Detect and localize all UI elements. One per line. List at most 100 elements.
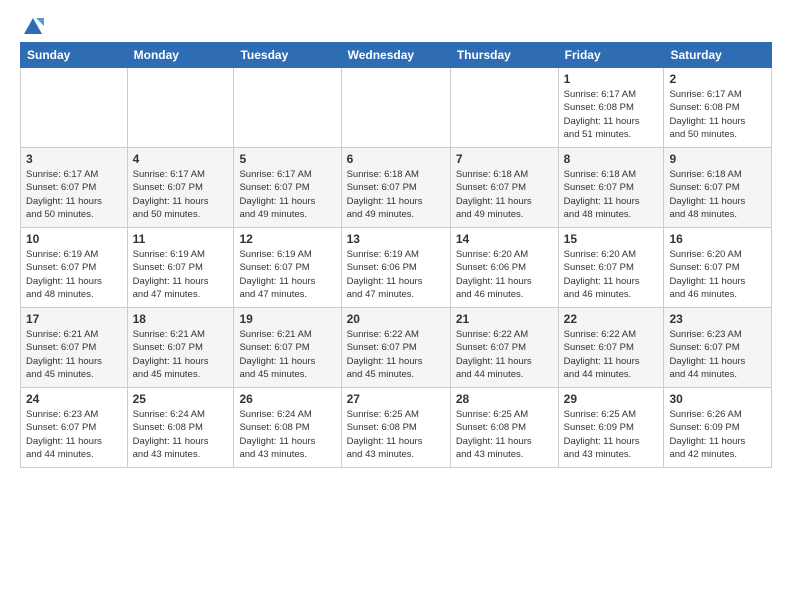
day-info: Sunrise: 6:21 AM Sunset: 6:07 PM Dayligh… [239,328,335,381]
week-row-5: 24 Sunrise: 6:23 AM Sunset: 6:07 PM Dayli… [21,388,772,468]
day-cell: 14 Sunrise: 6:20 AM Sunset: 6:06 PM Dayli… [450,228,558,308]
day-cell: 28 Sunrise: 6:25 AM Sunset: 6:08 PM Dayli… [450,388,558,468]
day-number: 3 [26,152,122,166]
day-info: Sunrise: 6:18 AM Sunset: 6:07 PM Dayligh… [564,168,659,221]
day-info: Sunrise: 6:19 AM Sunset: 6:07 PM Dayligh… [239,248,335,301]
day-cell: 3 Sunrise: 6:17 AM Sunset: 6:07 PM Daylig… [21,148,128,228]
day-number: 7 [456,152,553,166]
day-info: Sunrise: 6:21 AM Sunset: 6:07 PM Dayligh… [26,328,122,381]
day-info: Sunrise: 6:24 AM Sunset: 6:08 PM Dayligh… [239,408,335,461]
day-cell [341,68,450,148]
day-info: Sunrise: 6:23 AM Sunset: 6:07 PM Dayligh… [26,408,122,461]
day-number: 27 [347,392,445,406]
week-row-2: 3 Sunrise: 6:17 AM Sunset: 6:07 PM Daylig… [21,148,772,228]
day-cell [450,68,558,148]
day-cell [21,68,128,148]
day-cell [234,68,341,148]
day-number: 14 [456,232,553,246]
day-number: 12 [239,232,335,246]
day-cell: 10 Sunrise: 6:19 AM Sunset: 6:07 PM Dayli… [21,228,128,308]
day-info: Sunrise: 6:19 AM Sunset: 6:07 PM Dayligh… [26,248,122,301]
day-number: 26 [239,392,335,406]
day-cell: 21Sunrise: 6:22 AM Sunset: 6:07 PM Dayli… [450,308,558,388]
day-cell: 9 Sunrise: 6:18 AM Sunset: 6:07 PM Daylig… [664,148,772,228]
day-cell: 15 Sunrise: 6:20 AM Sunset: 6:07 PM Dayli… [558,228,664,308]
day-cell: 27Sunrise: 6:25 AM Sunset: 6:08 PM Dayli… [341,388,450,468]
day-info: Sunrise: 6:17 AM Sunset: 6:07 PM Dayligh… [133,168,229,221]
day-info: Sunrise: 6:23 AM Sunset: 6:07 PM Dayligh… [669,328,766,381]
day-cell: 11 Sunrise: 6:19 AM Sunset: 6:07 PM Dayli… [127,228,234,308]
day-number: 6 [347,152,445,166]
day-info: Sunrise: 6:18 AM Sunset: 6:07 PM Dayligh… [347,168,445,221]
day-info: Sunrise: 6:20 AM Sunset: 6:06 PM Dayligh… [456,248,553,301]
day-cell [127,68,234,148]
day-number: 13 [347,232,445,246]
day-cell: 19 Sunrise: 6:21 AM Sunset: 6:07 PM Dayli… [234,308,341,388]
day-number: 2 [669,72,766,86]
day-number: 20 [347,312,445,326]
day-number: 10 [26,232,122,246]
day-cell: 26 Sunrise: 6:24 AM Sunset: 6:08 PM Dayli… [234,388,341,468]
day-info: Sunrise: 6:18 AM Sunset: 6:07 PM Dayligh… [456,168,553,221]
calendar-page: SundayMondayTuesdayWednesdayThursdayFrid… [0,0,792,612]
day-cell: 13 Sunrise: 6:19 AM Sunset: 6:06 PM Dayli… [341,228,450,308]
day-number: 9 [669,152,766,166]
calendar-table: SundayMondayTuesdayWednesdayThursdayFrid… [20,42,772,468]
day-cell: 17 Sunrise: 6:21 AM Sunset: 6:07 PM Dayli… [21,308,128,388]
week-row-4: 17 Sunrise: 6:21 AM Sunset: 6:07 PM Dayli… [21,308,772,388]
day-cell: 7 Sunrise: 6:18 AM Sunset: 6:07 PM Daylig… [450,148,558,228]
day-info: Sunrise: 6:17 AM Sunset: 6:08 PM Dayligh… [564,88,659,141]
day-info: Sunrise: 6:19 AM Sunset: 6:06 PM Dayligh… [347,248,445,301]
logo-icon [22,16,44,38]
day-cell: 24 Sunrise: 6:23 AM Sunset: 6:07 PM Dayli… [21,388,128,468]
day-number: 19 [239,312,335,326]
day-info: Sunrise: 6:22 AM Sunset: 6:07 PM Dayligh… [564,328,659,381]
day-number: 11 [133,232,229,246]
day-cell: 16 Sunrise: 6:20 AM Sunset: 6:07 PM Dayli… [664,228,772,308]
day-number: 4 [133,152,229,166]
day-number: 1 [564,72,659,86]
day-cell: 1 Sunrise: 6:17 AM Sunset: 6:08 PM Daylig… [558,68,664,148]
day-cell: 23 Sunrise: 6:23 AM Sunset: 6:07 PM Dayli… [664,308,772,388]
day-number: 8 [564,152,659,166]
weekday-tuesday: Tuesday [234,43,341,68]
day-cell: 4 Sunrise: 6:17 AM Sunset: 6:07 PM Daylig… [127,148,234,228]
day-cell: 30 Sunrise: 6:26 AM Sunset: 6:09 PM Dayli… [664,388,772,468]
day-number: 30 [669,392,766,406]
weekday-saturday: Saturday [664,43,772,68]
weekday-wednesday: Wednesday [341,43,450,68]
day-cell: 12 Sunrise: 6:19 AM Sunset: 6:07 PM Dayli… [234,228,341,308]
day-info: Sunrise: 6:19 AM Sunset: 6:07 PM Dayligh… [133,248,229,301]
weekday-friday: Friday [558,43,664,68]
day-cell: 25 Sunrise: 6:24 AM Sunset: 6:08 PM Dayli… [127,388,234,468]
day-number: 24 [26,392,122,406]
day-info: Sunrise: 6:26 AM Sunset: 6:09 PM Dayligh… [669,408,766,461]
weekday-thursday: Thursday [450,43,558,68]
day-cell: 18Sunrise: 6:21 AM Sunset: 6:07 PM Dayli… [127,308,234,388]
day-info: Sunrise: 6:17 AM Sunset: 6:08 PM Dayligh… [669,88,766,141]
day-number: 29 [564,392,659,406]
day-info: Sunrise: 6:20 AM Sunset: 6:07 PM Dayligh… [669,248,766,301]
day-number: 15 [564,232,659,246]
day-number: 16 [669,232,766,246]
day-number: 23 [669,312,766,326]
day-info: Sunrise: 6:17 AM Sunset: 6:07 PM Dayligh… [26,168,122,221]
day-info: Sunrise: 6:20 AM Sunset: 6:07 PM Dayligh… [564,248,659,301]
day-number: 28 [456,392,553,406]
day-cell: 5Sunrise: 6:17 AM Sunset: 6:07 PM Daylig… [234,148,341,228]
day-info: Sunrise: 6:24 AM Sunset: 6:08 PM Dayligh… [133,408,229,461]
day-number: 17 [26,312,122,326]
day-number: 25 [133,392,229,406]
day-info: Sunrise: 6:18 AM Sunset: 6:07 PM Dayligh… [669,168,766,221]
day-info: Sunrise: 6:25 AM Sunset: 6:09 PM Dayligh… [564,408,659,461]
day-info: Sunrise: 6:17 AM Sunset: 6:07 PM Dayligh… [239,168,335,221]
day-cell: 2 Sunrise: 6:17 AM Sunset: 6:08 PM Daylig… [664,68,772,148]
day-cell: 20Sunrise: 6:22 AM Sunset: 6:07 PM Dayli… [341,308,450,388]
day-cell: 29 Sunrise: 6:25 AM Sunset: 6:09 PM Dayli… [558,388,664,468]
weekday-sunday: Sunday [21,43,128,68]
week-row-3: 10 Sunrise: 6:19 AM Sunset: 6:07 PM Dayli… [21,228,772,308]
day-number: 18 [133,312,229,326]
day-cell: 22Sunrise: 6:22 AM Sunset: 6:07 PM Dayli… [558,308,664,388]
day-cell: 6 Sunrise: 6:18 AM Sunset: 6:07 PM Daylig… [341,148,450,228]
day-info: Sunrise: 6:25 AM Sunset: 6:08 PM Dayligh… [456,408,553,461]
